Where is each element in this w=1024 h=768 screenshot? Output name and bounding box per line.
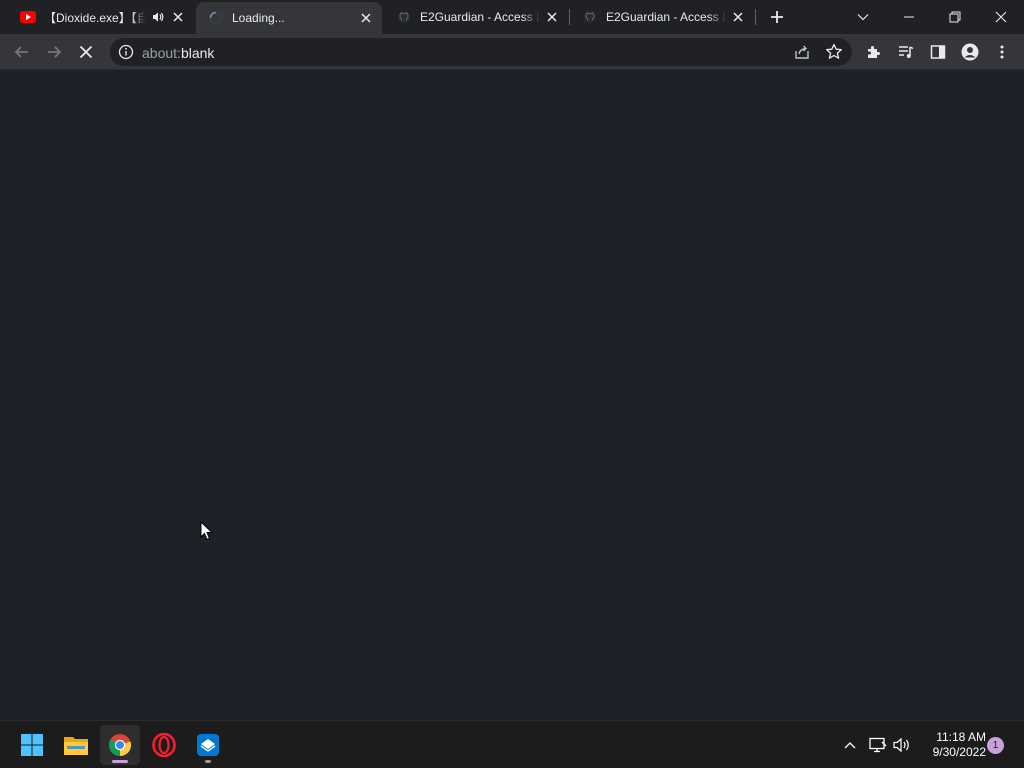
taskbar-opera[interactable] (144, 725, 184, 765)
clock-date: 9/30/2022 (932, 745, 986, 759)
back-button[interactable] (8, 38, 36, 66)
chevron-up-icon (844, 742, 856, 749)
taskbar-chrome[interactable] (100, 725, 140, 765)
youtube-icon (20, 9, 36, 25)
github-icon (396, 9, 412, 25)
opera-icon (152, 733, 176, 757)
network-icon (869, 737, 887, 753)
arrow-right-icon (48, 46, 62, 58)
volume-icon (893, 737, 909, 753)
tab-loading[interactable]: Loading... (196, 2, 382, 34)
url-scheme: about: (142, 45, 181, 61)
chrome-icon (109, 734, 132, 757)
store-icon (197, 734, 219, 756)
close-icon (995, 11, 1007, 23)
github-icon (582, 9, 598, 25)
clock[interactable]: 11:18 AM 9/30/2022 (920, 730, 986, 760)
tab-youtube[interactable]: 【Dioxide.exe】【自作 (8, 0, 194, 34)
media-controls-button[interactable] (892, 38, 920, 66)
forward-button[interactable] (40, 38, 68, 66)
stop-icon (79, 45, 93, 59)
side-panel-icon (930, 45, 946, 59)
loading-spinner-icon (208, 10, 224, 26)
restore-icon (949, 11, 961, 23)
volume-button[interactable] (890, 733, 914, 757)
tab-title: E2Guardian - Access De (606, 10, 726, 24)
close-icon[interactable] (730, 9, 746, 25)
media-queue-icon (899, 46, 914, 58)
extensions-button[interactable] (860, 38, 888, 66)
more-vertical-icon (1000, 45, 1004, 59)
tab-e2guardian-2[interactable]: E2Guardian - Access De (570, 0, 754, 34)
stop-button[interactable] (72, 38, 100, 66)
close-icon[interactable] (358, 10, 374, 26)
restore-button[interactable] (932, 0, 978, 34)
mouse-cursor-icon (200, 520, 214, 541)
tab-title: Loading... (232, 11, 285, 25)
tab-title: 【Dioxide.exe】【自作 (44, 10, 146, 25)
minimize-icon (904, 16, 914, 18)
speaker-icon[interactable] (150, 9, 166, 25)
tab-strip: 【Dioxide.exe】【自作 Loading... E2Guardian -… (0, 0, 1024, 34)
minimize-button[interactable] (886, 0, 932, 34)
show-hidden-icons-button[interactable] (838, 733, 862, 757)
tab-search-button[interactable] (840, 0, 886, 34)
taskbar-app-store[interactable] (188, 725, 228, 765)
close-icon[interactable] (170, 9, 186, 25)
tab-e2guardian-1[interactable]: E2Guardian - Access De (384, 0, 568, 34)
folder-icon (64, 737, 88, 755)
close-window-button[interactable] (978, 0, 1024, 34)
info-icon[interactable] (118, 44, 134, 60)
tab-separator (755, 9, 756, 25)
profile-button[interactable] (956, 38, 984, 66)
taskbar: 11:18 AM 9/30/2022 1 (0, 720, 1024, 768)
windows-logo-icon (21, 734, 43, 756)
avatar-icon (961, 43, 979, 61)
close-icon[interactable] (544, 9, 560, 25)
running-indicator (205, 760, 211, 763)
notification-badge[interactable]: 1 (987, 737, 1004, 754)
plus-icon (771, 11, 783, 23)
url-host: blank (180, 45, 215, 61)
chevron-down-icon (857, 14, 869, 21)
url-text: about:blank (142, 45, 214, 61)
clock-time: 11:18 AM (936, 730, 986, 744)
start-button[interactable] (12, 725, 52, 765)
page-content (0, 70, 1024, 720)
share-icon[interactable] (792, 42, 812, 62)
new-tab-button[interactable] (766, 6, 788, 28)
tab-title: E2Guardian - Access De (420, 10, 540, 24)
menu-button[interactable] (988, 38, 1016, 66)
address-bar[interactable]: about:blank (110, 38, 852, 66)
taskbar-file-explorer[interactable] (56, 725, 96, 765)
puzzle-icon (868, 46, 880, 58)
arrow-left-icon (14, 46, 28, 58)
side-panel-button[interactable] (924, 38, 952, 66)
active-indicator (112, 760, 128, 763)
browser-toolbar: about:blank (0, 34, 1024, 70)
bookmark-star-icon[interactable] (824, 42, 844, 62)
network-button[interactable] (866, 733, 890, 757)
